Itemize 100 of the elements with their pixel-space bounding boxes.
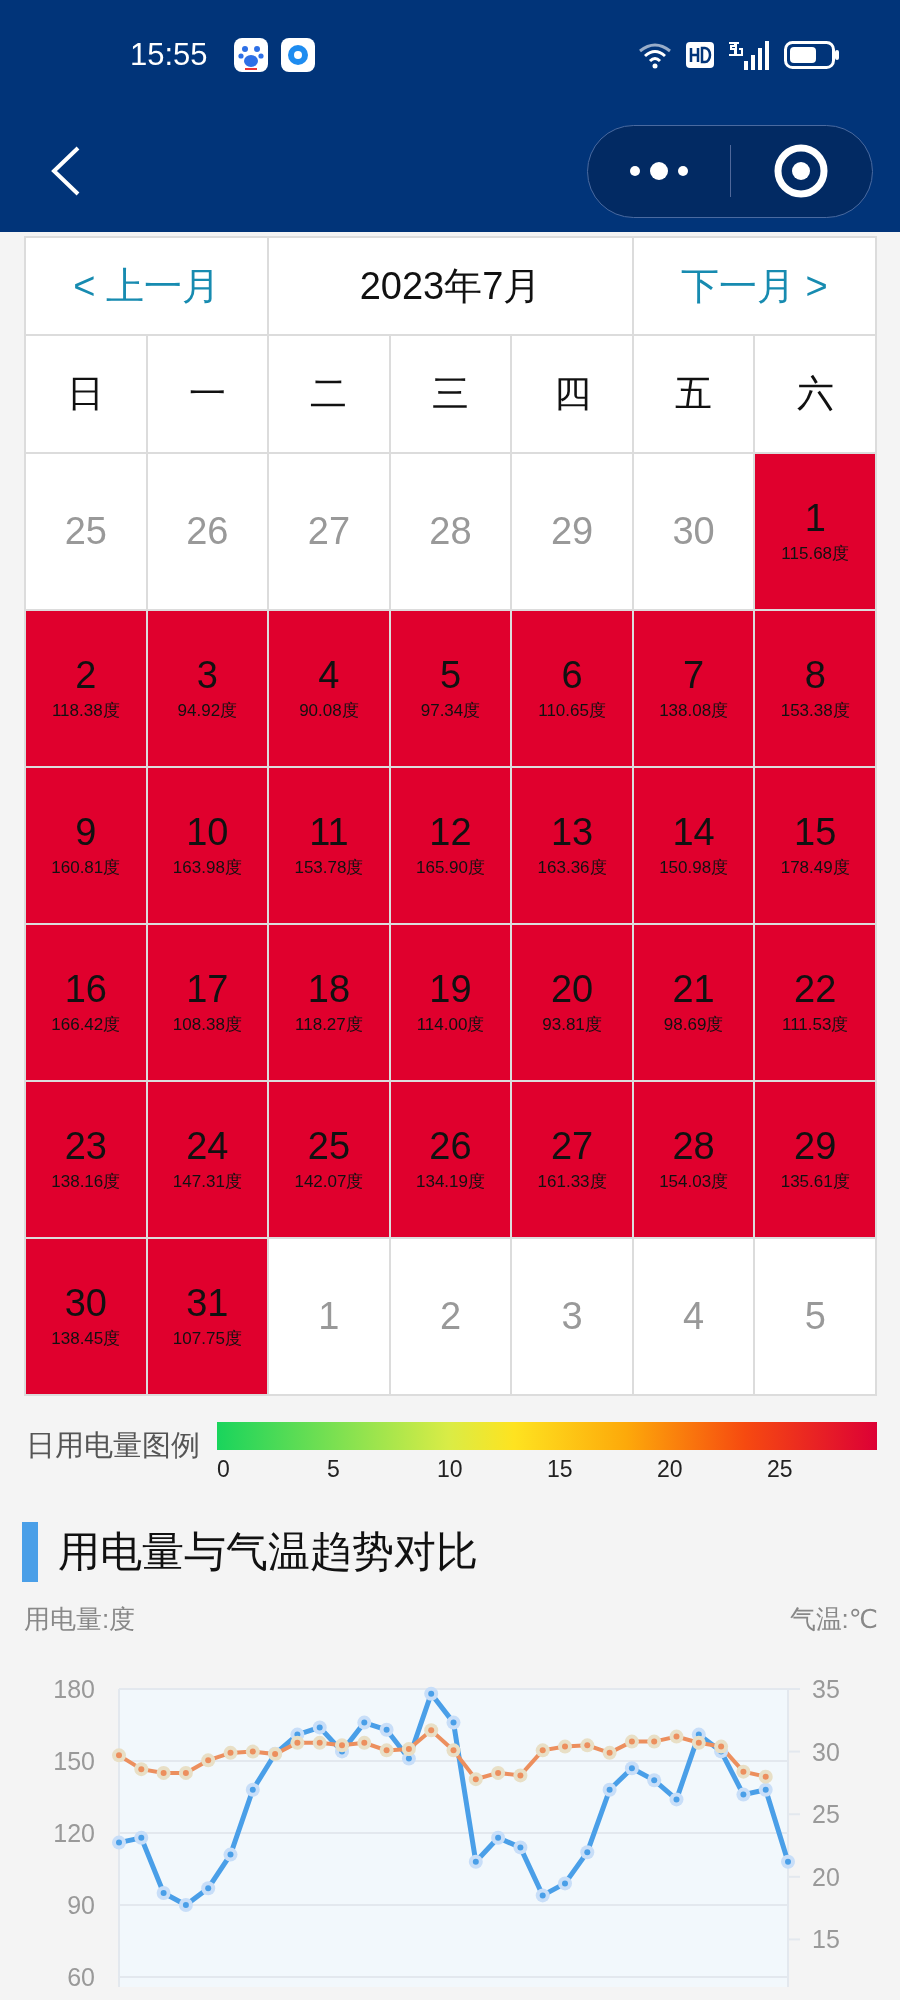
day-cell[interactable]: 30 138.45度: [26, 1239, 146, 1394]
y2-tick-label: 35: [812, 1675, 840, 1703]
data-point: [736, 1787, 751, 1802]
data-point: [647, 1734, 662, 1749]
y-tick-label: 120: [53, 1819, 95, 1847]
data-point: [781, 1854, 795, 1869]
day-cell[interactable]: 31 107.75度: [147, 1239, 268, 1394]
battery-icon: [784, 41, 840, 69]
y-tick-label: 180: [53, 1675, 95, 1703]
day-cell[interactable]: 8 153.38度: [755, 611, 875, 766]
data-point: [112, 1835, 126, 1850]
day-cell[interactable]: 27: [269, 454, 389, 609]
day-cell[interactable]: 28 154.03度: [633, 1082, 754, 1237]
day-cell[interactable]: 25 142.07度: [269, 1082, 389, 1237]
data-point: [669, 1792, 684, 1807]
y2-tick-label: 20: [812, 1862, 840, 1891]
data-point: [513, 1768, 528, 1783]
data-point: [580, 1738, 595, 1753]
y2-tick-label: 25: [812, 1800, 840, 1829]
day-cell[interactable]: 5 97.34度: [390, 611, 511, 766]
weekday-label: 六: [796, 372, 834, 416]
more-icon[interactable]: [627, 161, 690, 181]
day-cell[interactable]: 27 161.33度: [512, 1082, 632, 1237]
data-point: [468, 1854, 483, 1869]
data-point: [468, 1772, 483, 1787]
data-point: [424, 1686, 439, 1701]
day-cell[interactable]: 2 118.38度: [26, 611, 146, 766]
right-axis-title: 气温:℃: [789, 1603, 878, 1636]
day-cell[interactable]: 26: [147, 454, 268, 609]
day-cell[interactable]: 29 135.61度: [755, 1082, 875, 1237]
day-cell[interactable]: 10 163.98度: [147, 768, 268, 923]
day-cell[interactable]: 25: [26, 454, 146, 609]
day-cell[interactable]: 2: [390, 1239, 511, 1394]
day-cell[interactable]: 12 165.90度: [390, 768, 511, 923]
day-cell[interactable]: 7 138.08度: [633, 611, 754, 766]
section-marker: [22, 1522, 38, 1582]
record-icon[interactable]: [774, 144, 829, 198]
day-cell[interactable]: 30: [633, 454, 754, 609]
data-point: [379, 1743, 394, 1758]
scale-tick-label: 0: [217, 1456, 230, 1482]
data-point: [624, 1761, 639, 1776]
day-cell[interactable]: 19 114.00度: [390, 925, 511, 1080]
data-point: [602, 1782, 617, 1797]
data-point: [558, 1876, 572, 1891]
data-point: [178, 1898, 193, 1912]
day-cell[interactable]: 5: [755, 1239, 875, 1394]
day-cell[interactable]: 26 134.19度: [390, 1082, 511, 1237]
data-point: [201, 1881, 216, 1896]
data-point: [156, 1886, 171, 1900]
data-point: [290, 1735, 305, 1750]
day-cell[interactable]: 1 115.68度: [755, 454, 875, 609]
data-point: [245, 1744, 260, 1759]
data-point: [714, 1739, 729, 1754]
day-cell[interactable]: 14 150.98度: [633, 768, 754, 923]
left-axis-title: 用电量:度: [24, 1603, 136, 1636]
day-cell[interactable]: 24 147.31度: [147, 1082, 268, 1237]
day-cell[interactable]: 20 93.81度: [512, 925, 632, 1080]
weekday-label: 五: [675, 372, 713, 416]
weekday-label: 日: [67, 372, 105, 416]
data-point: [602, 1745, 617, 1760]
day-cell[interactable]: 16 166.42度: [26, 925, 146, 1080]
day-cell[interactable]: 17 108.38度: [147, 925, 268, 1080]
day-cell[interactable]: 13 163.36度: [512, 768, 632, 923]
data-point: [535, 1888, 550, 1903]
data-point: [669, 1729, 684, 1744]
day-cell[interactable]: 15 178.49度: [755, 768, 875, 923]
day-cell[interactable]: 11 153.78度: [269, 768, 389, 923]
wifi-icon: [638, 41, 672, 69]
day-cell[interactable]: 1: [269, 1239, 389, 1394]
hd-icon: [686, 42, 714, 68]
data-point: [335, 1738, 349, 1753]
day-cell[interactable]: 21 98.69度: [633, 925, 754, 1080]
scale-tick-label: 25: [767, 1456, 793, 1482]
day-cell[interactable]: 22 111.53度: [755, 925, 875, 1080]
day-cell[interactable]: 18 118.27度: [269, 925, 389, 1080]
data-point: [134, 1830, 149, 1845]
data-point: [223, 1847, 238, 1862]
data-point: [535, 1743, 550, 1758]
data-point: [624, 1734, 639, 1749]
weekday-label: 四: [553, 372, 591, 416]
data-point: [379, 1722, 394, 1737]
day-cell[interactable]: 4 90.08度: [269, 611, 389, 766]
day-cell[interactable]: 4: [633, 1239, 754, 1394]
day-cell[interactable]: 23 138.16度: [26, 1082, 146, 1237]
day-cell[interactable]: 28: [390, 454, 511, 609]
data-point: [245, 1782, 260, 1797]
data-point: [357, 1735, 372, 1750]
data-point: [691, 1735, 706, 1750]
data-point: [424, 1723, 439, 1738]
data-point: [312, 1735, 327, 1750]
day-cell[interactable]: 29: [512, 454, 632, 609]
signal-icon: [728, 39, 770, 71]
status-time: 15:55: [130, 37, 208, 73]
y2-tick-label: 15: [812, 1925, 840, 1954]
ring-app-icon: [280, 38, 315, 72]
day-cell[interactable]: 3: [512, 1239, 632, 1394]
day-cell[interactable]: 3 94.92度: [147, 611, 268, 766]
day-cell[interactable]: 9 160.81度: [26, 768, 146, 923]
day-cell[interactable]: 6 110.65度: [512, 611, 632, 766]
data-point: [201, 1753, 216, 1768]
